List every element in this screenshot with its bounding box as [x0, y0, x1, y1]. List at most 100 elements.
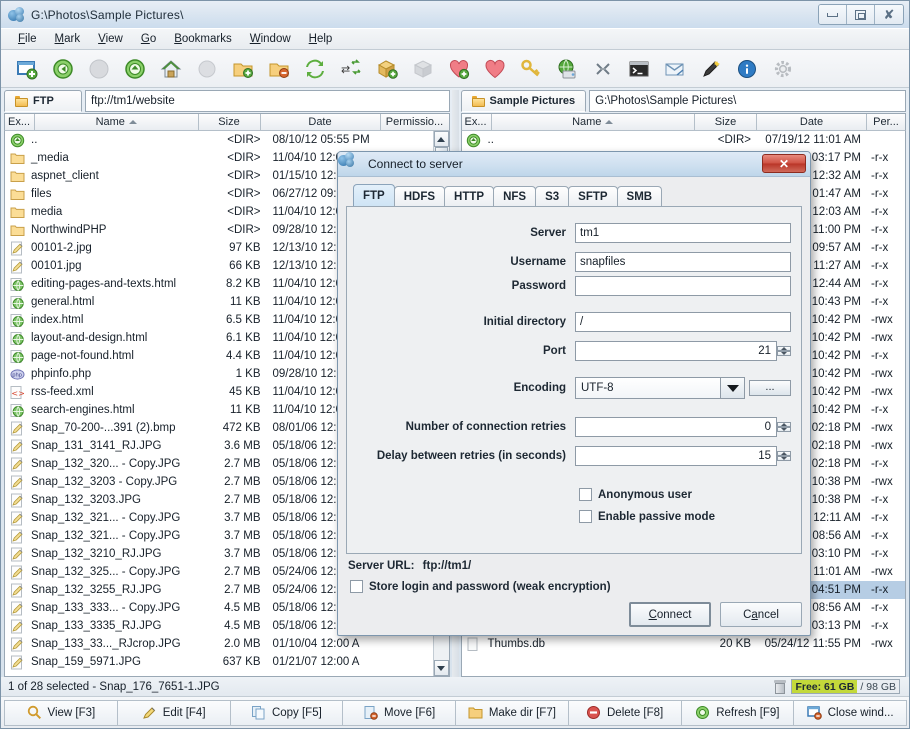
right-col-name[interactable]: Name — [492, 114, 695, 130]
right-col-perm[interactable]: Per... — [867, 114, 905, 130]
home-icon[interactable] — [155, 54, 187, 84]
left-panel-tab[interactable]: FTP — [4, 90, 82, 112]
left-path-input[interactable]: ftp://tm1/website — [85, 90, 450, 112]
table-row[interactable]: .. <DIR> 07/19/12 11:01 AM — [462, 131, 906, 149]
anonymous-user-label: Anonymous user — [598, 488, 692, 501]
right-col-size[interactable]: Size — [695, 114, 757, 130]
chevron-down-icon[interactable] — [721, 377, 745, 399]
tab-http[interactable]: HTTP — [444, 186, 495, 206]
right-path-input[interactable]: G:\Photos\Sample Pictures\ — [589, 90, 906, 112]
tab-smb[interactable]: SMB — [616, 186, 663, 206]
favorites-icon[interactable] — [479, 54, 511, 84]
delay-input[interactable]: 15 — [575, 446, 777, 466]
port-spinner[interactable] — [777, 346, 791, 356]
menu-mark[interactable]: Mark — [46, 31, 90, 47]
menu-bookmarks[interactable]: Bookmarks — [165, 31, 241, 47]
table-row[interactable]: Snap_159_5971.JPG 637 KB 01/21/07 12:00 A — [5, 653, 433, 671]
retries-input[interactable]: 0 — [575, 417, 777, 437]
configuration-gear-icon[interactable] — [767, 54, 799, 84]
port-input[interactable]: 21 — [575, 341, 777, 361]
forward-icon-disabled[interactable] — [83, 54, 115, 84]
tab-s3[interactable]: S3 — [535, 186, 570, 206]
tab-sftp[interactable]: SFTP — [568, 186, 618, 206]
encoding-browse-button[interactable]: ... — [749, 380, 791, 396]
up-dir-icon[interactable] — [119, 54, 151, 84]
port-spin-down[interactable] — [777, 351, 791, 356]
close-button[interactable]: ✘ — [875, 5, 903, 24]
left-col-size[interactable]: Size — [199, 114, 261, 130]
minimize-button[interactable] — [819, 5, 847, 24]
close-tab-icon[interactable] — [263, 54, 295, 84]
about-info-icon[interactable] — [731, 54, 763, 84]
back-icon[interactable] — [47, 54, 79, 84]
refresh-button[interactable]: Refresh [F9] — [680, 699, 795, 726]
open-in-new-tab-icon[interactable] — [227, 54, 259, 84]
terminal-icon[interactable] — [623, 54, 655, 84]
table-row[interactable]: Snap_133_33..._RJcrop.JPG 2.0 MB 01/10/04 … — [5, 635, 433, 653]
cancel-button[interactable]: Cancel — [720, 602, 802, 627]
menu-help[interactable]: Help — [300, 31, 342, 47]
left-col-ext[interactable]: Ex... — [5, 114, 35, 130]
tab-hdfs[interactable]: HDFS — [393, 186, 446, 206]
menu-go[interactable]: Go — [132, 31, 165, 47]
multi-rename-icon[interactable] — [695, 54, 727, 84]
row-file-icon — [5, 223, 29, 238]
encoding-value[interactable]: UTF-8 — [575, 377, 721, 399]
swap-panels-icon[interactable]: ⇄ — [335, 54, 367, 84]
connect-button[interactable]: Connect — [629, 602, 711, 627]
image-file-icon — [10, 547, 23, 561]
add-favorite-icon[interactable] — [443, 54, 475, 84]
copy-button[interactable]: Copy [F5] — [229, 699, 344, 726]
passive-mode-checkbox[interactable] — [579, 510, 592, 523]
retries-spinner[interactable] — [777, 422, 791, 432]
tab-ftp[interactable]: FTP — [353, 184, 395, 206]
anonymous-user-row[interactable]: Anonymous user — [357, 488, 791, 501]
anonymous-user-checkbox[interactable] — [579, 488, 592, 501]
make-dir-button[interactable]: Make dir [F7] — [455, 699, 569, 726]
passive-mode-row[interactable]: Enable passive mode — [357, 510, 791, 523]
maximize-button[interactable] — [847, 5, 875, 24]
sync-dirs-icon[interactable] — [299, 54, 331, 84]
left-scroll-down-button[interactable] — [433, 660, 449, 676]
menu-window[interactable]: Window — [241, 31, 300, 47]
delay-spinner[interactable] — [777, 451, 791, 461]
new-tab-icon[interactable] — [11, 54, 43, 84]
move-button[interactable]: Move [F6] — [342, 699, 456, 726]
file-properties-key-icon[interactable] — [515, 54, 547, 84]
trash-icon[interactable] — [774, 679, 787, 694]
pack-files-icon[interactable] — [371, 54, 403, 84]
delay-spin-down[interactable] — [777, 456, 791, 461]
close-window-button[interactable]: Close wind... — [793, 699, 907, 726]
username-input[interactable]: snapfiles — [575, 252, 791, 272]
table-row[interactable]: Thumbs.db 20 KB 05/24/12 11:55 PM -rwx — [462, 635, 906, 653]
right-panel-tab[interactable]: Sample Pictures — [460, 90, 587, 112]
server-input[interactable]: tm1 — [575, 223, 791, 243]
delete-button[interactable]: Delete [F8] — [567, 699, 682, 726]
connect-to-server-icon[interactable] — [551, 54, 583, 84]
refresh-disabled-icon[interactable] — [191, 54, 223, 84]
mail-icon[interactable] — [659, 54, 691, 84]
edit-button[interactable]: Edit [F4] — [116, 699, 231, 726]
table-row[interactable]: .. <DIR> 08/10/12 05:55 PM — [5, 131, 433, 149]
right-col-ext[interactable]: Ex... — [462, 114, 492, 130]
menu-view[interactable]: View — [89, 31, 132, 47]
right-col-date[interactable]: Date — [757, 114, 867, 130]
delay-row: Delay between retries (in seconds) 15 — [357, 446, 791, 466]
disconnect-icon[interactable] — [587, 54, 619, 84]
password-input[interactable] — [575, 276, 791, 296]
store-login-row[interactable]: Store login and password (weak encryptio… — [346, 572, 802, 593]
encoding-combo[interactable]: UTF-8 — [575, 377, 745, 399]
dialog-close-button[interactable]: ✕ — [762, 154, 806, 173]
initial-directory-input[interactable]: / — [575, 312, 791, 332]
retries-spin-down[interactable] — [777, 427, 791, 432]
view-button[interactable]: View [F3] — [4, 699, 118, 726]
menu-file[interactable]: File — [9, 31, 46, 47]
left-col-perm[interactable]: Permissio... — [381, 114, 449, 130]
left-col-date[interactable]: Date — [261, 114, 381, 130]
tab-nfs[interactable]: NFS — [493, 186, 537, 206]
left-scroll-up-button[interactable] — [433, 131, 449, 147]
store-login-checkbox[interactable] — [350, 580, 363, 593]
left-col-name[interactable]: Name — [35, 114, 199, 130]
unpack-files-disabled-icon[interactable] — [407, 54, 439, 84]
row-name: index.html — [31, 314, 84, 326]
